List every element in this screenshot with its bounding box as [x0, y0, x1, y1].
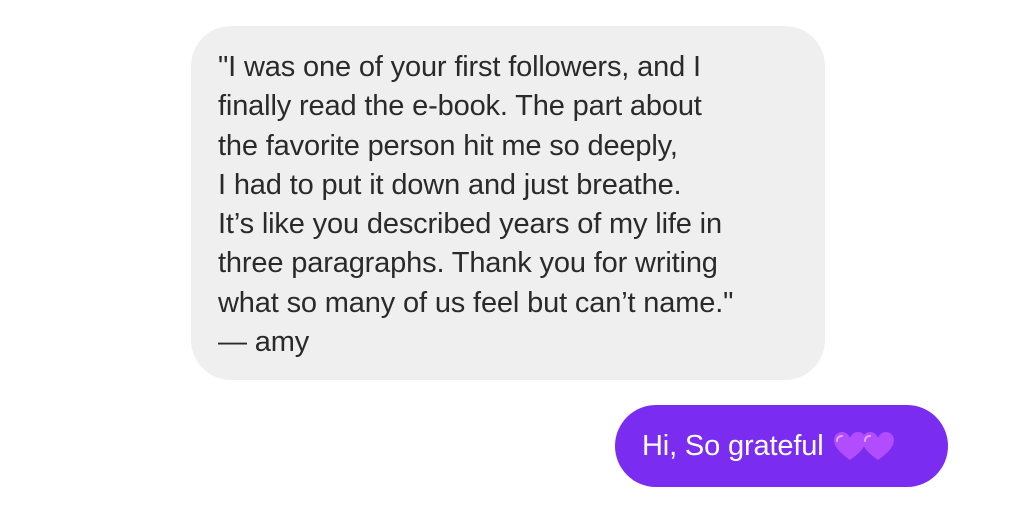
purple-heart-icon: [861, 432, 894, 460]
message-signature: — amy: [218, 326, 310, 359]
outgoing-message-bubble[interactable]: Hi, So grateful: [615, 405, 948, 487]
incoming-message-bubble[interactable]: "I was one of your first followers, and …: [191, 26, 825, 380]
message-line: finally read the e-book. The part about: [218, 90, 702, 123]
outgoing-message-text: Hi, So grateful: [642, 429, 824, 462]
heart-emoji-group: [832, 430, 896, 462]
message-line: "I was one of your first followers, and …: [218, 51, 701, 83]
message-line: the favorite person hit me so deeply,: [218, 129, 678, 162]
message-line: It’s like you described years of my life…: [218, 208, 722, 241]
message-line: I had to put it down and just breathe.: [218, 168, 682, 201]
message-line: three paragraphs. Thank you for writing: [218, 247, 718, 280]
chat-thread: "I was one of your first followers, and …: [0, 0, 1024, 512]
message-line: what so many of us feel but can’t name.": [218, 286, 734, 319]
